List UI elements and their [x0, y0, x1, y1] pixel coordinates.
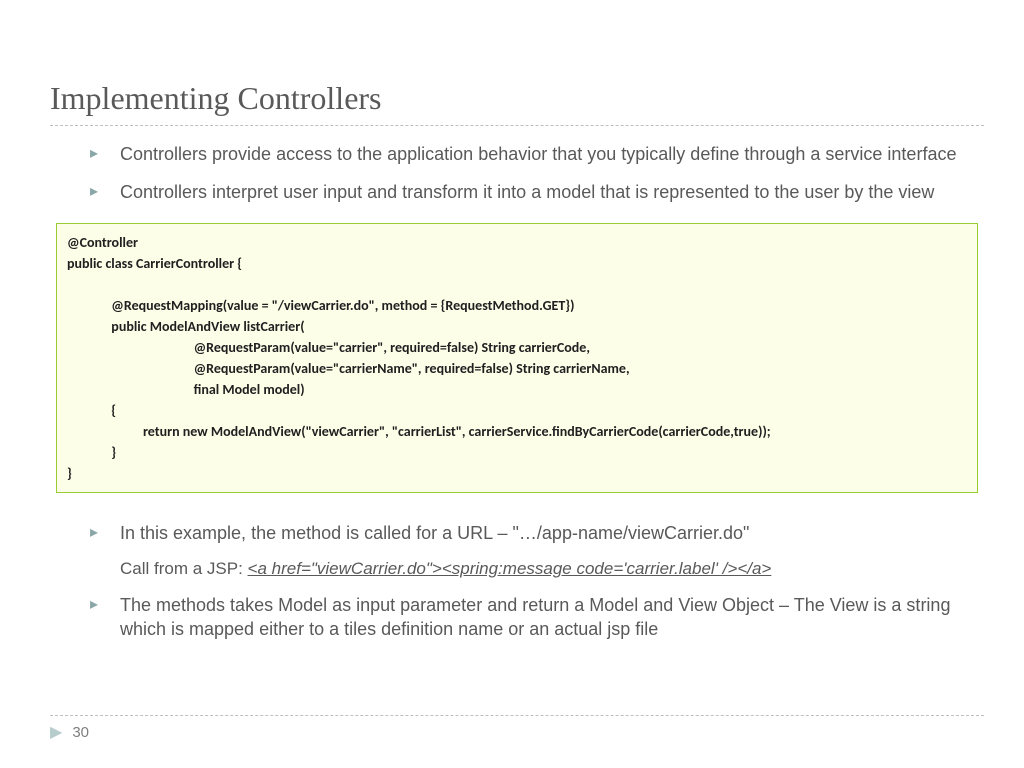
code-line: return new ModelAndView("viewCarrier", "…: [67, 423, 771, 440]
code-line: final Model model): [67, 381, 305, 398]
page-title: Implementing Controllers: [50, 80, 984, 117]
footer-divider: [50, 715, 984, 716]
code-line: public class CarrierController {: [67, 255, 242, 272]
code-line: {: [67, 402, 116, 419]
sub-bullet: Call from a JSP: <a href="viewCarrier.do…: [120, 559, 984, 579]
triangle-icon: ▶: [50, 722, 62, 742]
bullet-item: The methods takes Model as input paramet…: [90, 593, 984, 642]
slide: Implementing Controllers Controllers pro…: [0, 0, 1024, 768]
bullet-item: In this example, the method is called fo…: [90, 521, 984, 545]
code-line: }: [67, 444, 116, 461]
code-line: }: [67, 465, 72, 482]
bullet-list-bottom: In this example, the method is called fo…: [90, 521, 984, 545]
page-number: 30: [72, 724, 89, 741]
bullet-item: Controllers provide access to the applic…: [90, 142, 984, 166]
title-divider: [50, 125, 984, 126]
code-line: @RequestParam(value="carrier", required=…: [67, 339, 590, 356]
bullet-list-top: Controllers provide access to the applic…: [90, 142, 984, 205]
code-line: @Controller: [67, 234, 138, 251]
bullet-item: Controllers interpret user input and tra…: [90, 180, 984, 204]
page-number-group: ▶ 30: [50, 722, 984, 742]
sub-prefix: Call from a JSP:: [120, 559, 248, 578]
code-line: @RequestMapping(value = "/viewCarrier.do…: [67, 297, 574, 314]
bullet-list-bottom-2: The methods takes Model as input paramet…: [90, 593, 984, 642]
code-block: @Controller public class CarrierControll…: [56, 223, 978, 493]
code-line: @RequestParam(value="carrierName", requi…: [67, 360, 630, 377]
slide-footer: ▶ 30: [50, 715, 984, 742]
jsp-link-text: <a href="viewCarrier.do"><spring:message…: [248, 559, 772, 578]
code-line: public ModelAndView listCarrier(: [67, 318, 305, 335]
